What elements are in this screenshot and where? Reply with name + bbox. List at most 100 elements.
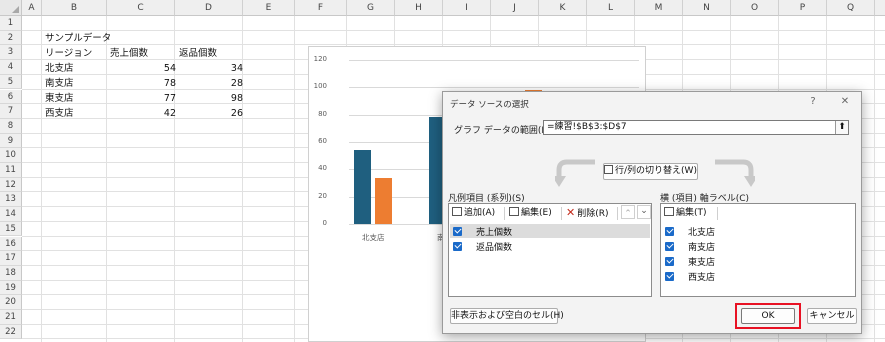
cell-b5[interactable]: 南支店 <box>45 77 74 92</box>
column-header-a[interactable]: A <box>22 0 42 16</box>
checkbox-checked-icon[interactable] <box>453 226 462 236</box>
move-up-button[interactable]: ⌃ <box>621 205 635 219</box>
cell-c3-header[interactable]: 売上個数 <box>110 47 148 62</box>
column-header-p[interactable]: P <box>779 0 827 16</box>
move-down-button[interactable]: ⌄ <box>637 205 651 219</box>
add-series-button[interactable]: 追加(A) <box>452 205 495 222</box>
chart-range-value: =練習!$B$3:$D$7 <box>547 122 627 132</box>
column-header-h[interactable]: H <box>395 0 443 16</box>
column-header-f[interactable]: F <box>295 0 347 16</box>
row-header-22[interactable]: 22 <box>0 324 22 340</box>
series-list-item[interactable]: 売上個数 <box>450 224 650 238</box>
edit-series-label: 編集(E) <box>521 208 552 218</box>
cell-c6[interactable]: 77 <box>110 92 176 107</box>
row-header-6[interactable]: 6 <box>0 89 22 105</box>
checkbox-checked-icon[interactable] <box>665 241 674 251</box>
cell-b6[interactable]: 東支店 <box>45 92 74 107</box>
axis-list-item[interactable]: 西支店 <box>662 269 854 283</box>
row-header-11[interactable]: 11 <box>0 163 22 178</box>
edit-icon <box>509 207 519 216</box>
row-header-1[interactable]: 1 <box>0 16 22 31</box>
column-header-d[interactable]: D <box>175 0 243 16</box>
ok-button[interactable]: OK <box>741 308 795 324</box>
series-name: 売上個数 <box>476 228 513 238</box>
column-header-j[interactable]: J <box>491 0 539 16</box>
hidden-empty-cells-button[interactable]: 非表示および空白のセル(H) <box>450 308 564 324</box>
column-header-i[interactable]: I <box>443 0 491 16</box>
chart-range-input[interactable]: =練習!$B$3:$D$7 ⬆ <box>543 120 849 135</box>
toolbar-separator <box>561 207 562 220</box>
column-header-n[interactable]: N <box>683 0 731 16</box>
cell-b3-header[interactable]: リージョン <box>45 47 92 62</box>
chart-range-label: グラフ データの範囲(D): <box>454 126 555 136</box>
cell-b4[interactable]: 北支店 <box>45 62 74 77</box>
delete-series-button[interactable]: ✕ 削除(R) <box>566 205 609 222</box>
row-header-10[interactable]: 10 <box>0 148 22 163</box>
row-header-2[interactable]: 2 <box>0 30 22 46</box>
cell-d6[interactable]: 98 <box>178 92 243 107</box>
row-header-15[interactable]: 15 <box>0 221 22 237</box>
cell-c5[interactable]: 78 <box>110 77 176 92</box>
row-header-19[interactable]: 19 <box>0 280 22 296</box>
bar-returns[interactable] <box>375 177 392 224</box>
switch-row-column-button[interactable]: 行/列の切り替え(W) <box>603 163 698 180</box>
checkbox-checked-icon[interactable] <box>665 256 674 266</box>
y-tick-label: 60 <box>318 137 327 145</box>
row-header-5[interactable]: 5 <box>0 74 22 90</box>
checkbox-checked-icon[interactable] <box>665 271 674 281</box>
close-button[interactable]: ✕ <box>837 95 853 109</box>
cell-d4[interactable]: 34 <box>178 62 243 77</box>
axis-list-item[interactable]: 北支店 <box>662 224 854 238</box>
row-header-12[interactable]: 12 <box>0 177 22 193</box>
y-tick-label: 80 <box>318 109 327 118</box>
column-header-r[interactable]: R <box>875 0 885 16</box>
cancel-button[interactable]: キャンセル <box>807 308 857 324</box>
column-header-q[interactable]: Q <box>827 0 875 16</box>
column-header-g[interactable]: G <box>347 0 395 16</box>
edit-series-button[interactable]: 編集(E) <box>509 205 552 222</box>
cell-b2-title[interactable]: サンプルデータ <box>45 32 111 47</box>
cell-c4[interactable]: 54 <box>110 62 176 77</box>
column-header-l[interactable]: L <box>587 0 635 16</box>
x-tick-label: 北支店 <box>362 233 385 242</box>
row-header-17[interactable]: 17 <box>0 251 22 266</box>
cell-d3-header[interactable]: 返品個数 <box>179 47 217 62</box>
axis-list-item[interactable]: 南支店 <box>662 239 854 253</box>
axis-list-item[interactable]: 東支店 <box>662 254 854 268</box>
column-header-b[interactable]: B <box>42 0 107 16</box>
row-header-9[interactable]: 9 <box>0 133 22 149</box>
row-header-14[interactable]: 14 <box>0 207 22 222</box>
axis-labels-panel: 編集(T) 北支店 南支店 東支店 西支店 <box>660 203 856 297</box>
select-all-corner[interactable] <box>0 0 22 16</box>
series-list-item[interactable]: 返品個数 <box>450 239 650 253</box>
row-header-20[interactable]: 20 <box>0 295 22 310</box>
gridline <box>41 16 42 342</box>
column-header-m[interactable]: M <box>635 0 683 16</box>
row-header-21[interactable]: 21 <box>0 310 22 325</box>
checkbox-checked-icon[interactable] <box>665 226 674 236</box>
column-header-o[interactable]: O <box>731 0 779 16</box>
chart-gridline <box>349 60 639 61</box>
row-header-18[interactable]: 18 <box>0 265 22 281</box>
collapse-dialog-button[interactable]: ⬆ <box>835 121 848 134</box>
row-header-13[interactable]: 13 <box>0 192 22 208</box>
cell-d5[interactable]: 28 <box>178 77 243 92</box>
cell-c7[interactable]: 42 <box>110 107 176 122</box>
help-button[interactable]: ? <box>805 95 821 109</box>
row-header-4[interactable]: 4 <box>0 60 22 75</box>
row-header-8[interactable]: 8 <box>0 118 22 134</box>
column-header-e[interactable]: E <box>243 0 295 16</box>
toolbar-separator <box>717 207 718 220</box>
bar-sales[interactable] <box>354 150 371 224</box>
cell-d7[interactable]: 26 <box>178 107 243 122</box>
column-header-c[interactable]: C <box>107 0 175 16</box>
checkbox-checked-icon[interactable] <box>453 241 462 251</box>
excel-window: ABCDEFGHIJKLMNOPQR1234567891011121314151… <box>0 0 885 342</box>
row-header-3[interactable]: 3 <box>0 45 22 61</box>
row-header-7[interactable]: 7 <box>0 104 22 119</box>
cell-b7[interactable]: 西支店 <box>45 107 74 122</box>
column-header-k[interactable]: K <box>539 0 587 16</box>
edit-axis-button[interactable]: 編集(T) <box>664 205 707 222</box>
edit-axis-label: 編集(T) <box>676 208 707 218</box>
row-header-16[interactable]: 16 <box>0 236 22 252</box>
